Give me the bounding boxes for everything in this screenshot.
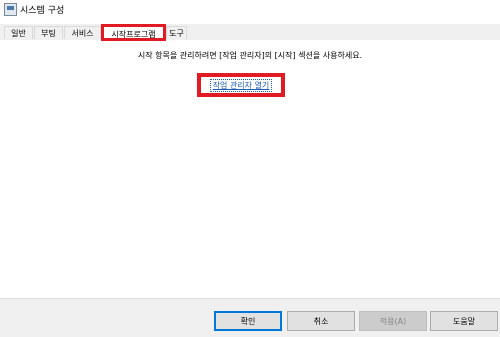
window-title: 시스템 구성 [20,6,65,16]
tab-strip: 일반 부팅 서비스 시작프로그램 도구 [0,24,500,41]
open-task-manager-link[interactable]: 작업 관리자 열기 [209,78,273,92]
tab-startup[interactable]: 시작프로그램 [101,24,166,41]
help-button[interactable]: 도움말 [430,311,498,331]
ok-button[interactable]: 확인 [214,311,282,331]
tab-services[interactable]: 서비스 [64,26,101,39]
system-config-icon [4,3,17,16]
startup-message: 시작 항목을 관리하려면 [작업 관리자]의 [시작] 섹션을 사용하세요. [137,51,363,60]
title-bar: 시스템 구성 [0,0,500,22]
apply-button[interactable]: 적용(A) [359,311,427,331]
tab-general[interactable]: 일반 [4,26,33,39]
cancel-button[interactable]: 취소 [287,311,355,331]
dialog-footer: 확인 취소 적용(A) 도움말 [0,298,500,337]
link-highlight: 작업 관리자 열기 [197,73,285,97]
startup-panel: 시작 항목을 관리하려면 [작업 관리자]의 [시작] 섹션을 사용하세요. 작… [0,40,500,298]
tab-boot[interactable]: 부팅 [34,26,63,39]
tab-tools[interactable]: 도구 [166,26,187,39]
